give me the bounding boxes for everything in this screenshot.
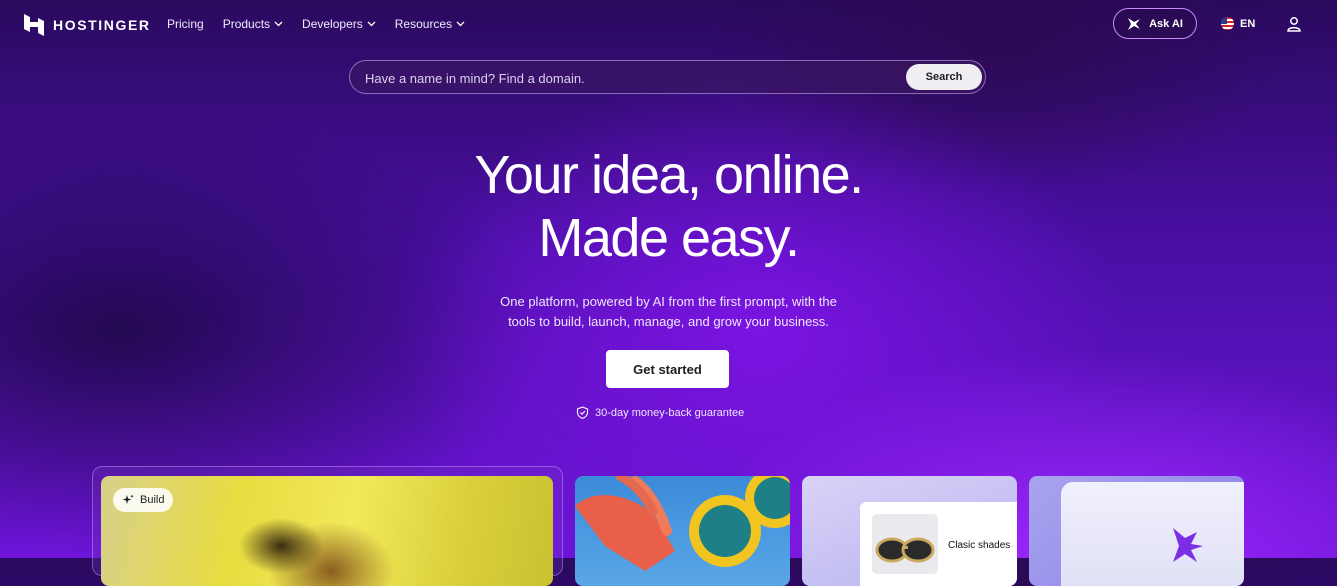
product-panel: Clasic shades	[860, 502, 1017, 586]
user-icon[interactable]	[1286, 16, 1302, 32]
nav-item-pricing[interactable]: Pricing	[167, 17, 204, 31]
hostinger-logo-icon	[24, 14, 44, 36]
build-card[interactable]: Build	[101, 476, 553, 586]
hero-title: Your idea, online. Made easy.	[0, 144, 1337, 270]
us-flag-icon	[1221, 17, 1234, 30]
sunglasses-image-card[interactable]	[575, 476, 790, 586]
ask-ai-icon	[1128, 17, 1141, 30]
sunglasses-product-icon	[875, 537, 935, 563]
search-button[interactable]: Search	[906, 64, 982, 90]
brand-logo[interactable]: HOSTINGER	[24, 14, 151, 36]
hero-title-line-2: Made easy.	[538, 208, 800, 268]
nav-item-label: Resources	[394, 17, 453, 31]
nav-item-products[interactable]: Products	[223, 17, 283, 31]
agent-panel	[1061, 482, 1244, 586]
hostinger-agent-icon	[1173, 528, 1203, 562]
nav-item-label: Developers	[302, 17, 363, 31]
main-menu: Pricing Products Developers Resources	[167, 17, 465, 31]
top-navigation: HOSTINGER Pricing Products Developers Re…	[0, 0, 1337, 50]
agent-card[interactable]	[1029, 476, 1244, 586]
language-label: EN	[1240, 17, 1256, 30]
nav-item-developers[interactable]: Developers	[302, 17, 376, 31]
hero-title-line-1: Your idea, online.	[474, 145, 864, 205]
hero-subtitle: One platform, powered by AI from the fir…	[0, 292, 1337, 332]
get-started-button[interactable]: Get started	[606, 350, 729, 388]
product-thumbnail	[872, 514, 938, 574]
hero-subtitle-line-1: One platform, powered by AI from the fir…	[500, 294, 837, 309]
chevron-down-icon	[456, 21, 465, 27]
store-card[interactable]: Clasic shades	[802, 476, 1017, 586]
nav-item-resources[interactable]: Resources	[395, 17, 465, 31]
shield-check-icon	[576, 406, 589, 419]
ask-ai-button[interactable]: Ask AI	[1113, 8, 1197, 39]
nav-item-label: Pricing	[167, 17, 204, 31]
sparkle-icon	[122, 494, 134, 504]
nav-item-label: Products	[222, 17, 271, 31]
product-name: Clasic shades	[948, 540, 1011, 551]
domain-search-input[interactable]	[363, 61, 907, 95]
build-tag: Build	[113, 488, 174, 512]
ask-ai-label: Ask AI	[1149, 17, 1183, 30]
chevron-down-icon	[367, 21, 376, 27]
sunglasses-hand-illustration	[575, 476, 790, 571]
guarantee-text: 30-day money-back guarantee	[595, 406, 745, 419]
brand-name: HOSTINGER	[53, 17, 151, 33]
hero-subtitle-line-2: tools to build, launch, manage, and grow…	[508, 314, 829, 329]
build-tag-label: Build	[140, 494, 165, 506]
money-back-guarantee: 30-day money-back guarantee	[576, 406, 744, 419]
language-selector[interactable]: EN	[1221, 17, 1255, 30]
domain-search-bar: Search	[349, 60, 986, 95]
chevron-down-icon	[274, 21, 283, 27]
